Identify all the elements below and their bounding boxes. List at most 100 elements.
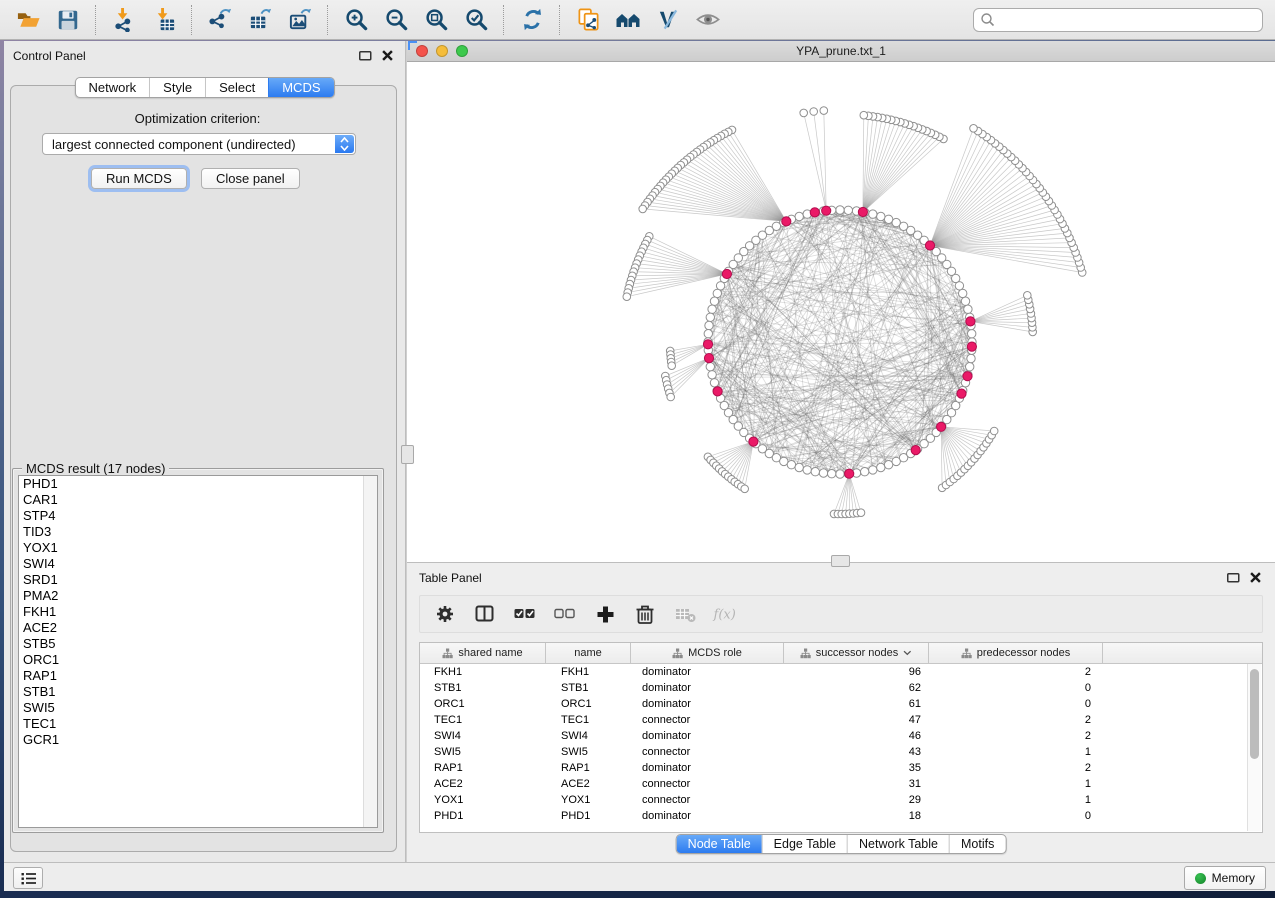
open-file-icon[interactable] bbox=[8, 4, 48, 36]
column-header-MCDS-role[interactable]: MCDS role bbox=[631, 643, 784, 663]
close-panel-icon[interactable] bbox=[1250, 572, 1261, 583]
table-row[interactable]: PHD1PHD1dominator180 bbox=[420, 808, 1262, 824]
delete-column-icon[interactable] bbox=[632, 601, 658, 627]
show-graphics-details-icon[interactable] bbox=[688, 4, 728, 36]
clone-network-icon[interactable] bbox=[568, 4, 608, 36]
mcds-result-item[interactable]: STP4 bbox=[19, 508, 377, 524]
table-tab-network-table[interactable]: Network Table bbox=[847, 835, 949, 853]
cell-name: ACE2 bbox=[546, 778, 631, 790]
mcds-result-item[interactable]: TEC1 bbox=[19, 716, 377, 732]
network-canvas[interactable] bbox=[407, 62, 1275, 562]
select-all-columns-icon[interactable] bbox=[512, 601, 538, 627]
cell-predecessor_nodes: 0 bbox=[929, 810, 1103, 822]
table-row[interactable]: RAP1RAP1dominator352 bbox=[420, 760, 1262, 776]
table-tab-node-table[interactable]: Node Table bbox=[677, 835, 762, 853]
status-bar: Memory bbox=[4, 862, 1275, 891]
column-header-shared-name[interactable]: shared name bbox=[420, 643, 546, 663]
mcds-result-item[interactable]: STB1 bbox=[19, 684, 377, 700]
deselect-all-columns-icon[interactable] bbox=[552, 601, 578, 627]
mcds-result-item[interactable]: RAP1 bbox=[19, 668, 377, 684]
memory-status-icon bbox=[1195, 873, 1206, 884]
table-row[interactable]: TEC1TEC1connector472 bbox=[420, 712, 1262, 728]
window-zoom-button[interactable] bbox=[456, 45, 468, 57]
refresh-icon[interactable] bbox=[512, 4, 552, 36]
cell-predecessor_nodes: 2 bbox=[929, 666, 1103, 678]
search-input[interactable] bbox=[973, 8, 1263, 32]
table-tab-edge-table[interactable]: Edge Table bbox=[762, 835, 847, 853]
vertical-splitter-handle[interactable] bbox=[401, 445, 414, 464]
houses-icon[interactable] bbox=[608, 4, 648, 36]
mcds-result-item[interactable]: SWI5 bbox=[19, 700, 377, 716]
mcds-list-scrollbar[interactable] bbox=[363, 476, 377, 827]
mcds-result-item[interactable]: STB5 bbox=[19, 636, 377, 652]
tab-select[interactable]: Select bbox=[205, 78, 268, 97]
table-row[interactable]: YOX1YOX1connector291 bbox=[420, 792, 1262, 808]
zoom-selected-icon[interactable] bbox=[456, 4, 496, 36]
mcds-result-item[interactable]: ACE2 bbox=[19, 620, 377, 636]
mcds-result-item[interactable]: CAR1 bbox=[19, 492, 377, 508]
mcds-result-item[interactable]: PMA2 bbox=[19, 588, 377, 604]
export-table-icon[interactable] bbox=[240, 4, 280, 36]
tab-mcds[interactable]: MCDS bbox=[268, 78, 333, 97]
cell-name: PHD1 bbox=[546, 810, 631, 822]
tab-network[interactable]: Network bbox=[75, 78, 149, 97]
save-icon[interactable] bbox=[48, 4, 88, 36]
control-panel: Control Panel NetworkStyleSelectMCDS Opt… bbox=[4, 41, 405, 862]
import-network-icon[interactable] bbox=[104, 4, 144, 36]
export-image-icon[interactable] bbox=[280, 4, 320, 36]
optimization-criterion-label: Optimization criterion: bbox=[4, 111, 391, 126]
zoom-in-icon[interactable] bbox=[336, 4, 376, 36]
zoom-fit-icon[interactable] bbox=[416, 4, 456, 36]
task-history-button[interactable] bbox=[13, 867, 43, 889]
cell-predecessor_nodes: 2 bbox=[929, 714, 1103, 726]
column-header-name[interactable]: name bbox=[546, 643, 631, 663]
memory-button[interactable]: Memory bbox=[1184, 866, 1266, 890]
close-panel-button[interactable]: Close panel bbox=[201, 168, 300, 189]
float-panel-icon[interactable] bbox=[1227, 573, 1240, 583]
mcds-result-item[interactable]: TID3 bbox=[19, 524, 377, 540]
table-row[interactable]: FKH1FKH1dominator962 bbox=[420, 664, 1262, 680]
table-scrollbar-thumb[interactable] bbox=[1250, 669, 1259, 759]
cell-predecessor_nodes: 0 bbox=[929, 698, 1103, 710]
float-panel-icon[interactable] bbox=[359, 51, 372, 61]
mcds-result-item[interactable]: SWI4 bbox=[19, 556, 377, 572]
close-panel-icon[interactable] bbox=[382, 50, 393, 61]
column-header-successor-nodes[interactable]: successor nodes bbox=[784, 643, 929, 663]
export-network-icon[interactable] bbox=[200, 4, 240, 36]
mcds-result-item[interactable]: ORC1 bbox=[19, 652, 377, 668]
import-table-icon[interactable] bbox=[144, 4, 184, 36]
table-settings-gear-icon[interactable] bbox=[432, 601, 458, 627]
mcds-result-item[interactable]: PHD1 bbox=[19, 476, 377, 492]
create-column-icon[interactable] bbox=[592, 601, 618, 627]
mcds-result-item[interactable]: FKH1 bbox=[19, 604, 377, 620]
hide-graphics-details-icon[interactable] bbox=[648, 4, 688, 36]
show-column-panel-icon[interactable] bbox=[472, 601, 498, 627]
table-row[interactable]: ORC1ORC1dominator610 bbox=[420, 696, 1262, 712]
cell-successor_nodes: 31 bbox=[784, 778, 929, 790]
table-row[interactable]: SWI4SWI4dominator462 bbox=[420, 728, 1262, 744]
window-minimize-button[interactable] bbox=[436, 45, 448, 57]
run-mcds-button[interactable]: Run MCDS bbox=[91, 168, 187, 189]
mcds-result-list[interactable]: PHD1CAR1STP4TID3YOX1SWI4SRD1PMA2FKH1ACE2… bbox=[18, 475, 378, 828]
optimization-criterion-select[interactable]: largest connected component (undirected) bbox=[42, 133, 356, 155]
mcds-result-item[interactable]: GCR1 bbox=[19, 732, 377, 748]
column-header-predecessor-nodes[interactable]: predecessor nodes bbox=[929, 643, 1103, 663]
table-tab-motifs[interactable]: Motifs bbox=[949, 835, 1005, 853]
table-row[interactable]: SWI5SWI5connector431 bbox=[420, 744, 1262, 760]
mcds-result-item[interactable]: SRD1 bbox=[19, 572, 377, 588]
table-row[interactable]: ACE2ACE2connector311 bbox=[420, 776, 1262, 792]
horizontal-splitter-handle[interactable] bbox=[831, 555, 850, 567]
sort-descending-icon bbox=[903, 650, 912, 656]
cell-predecessor_nodes: 1 bbox=[929, 778, 1103, 790]
table-row[interactable]: STB1STB1dominator620 bbox=[420, 680, 1262, 696]
cell-name: YOX1 bbox=[546, 794, 631, 806]
node-table-header: shared namenameMCDS rolesuccessor nodesp… bbox=[420, 643, 1262, 664]
network-window-titlebar[interactable]: YPA_prune.txt_1 bbox=[407, 41, 1275, 62]
zoom-out-icon[interactable] bbox=[376, 4, 416, 36]
mcds-result-item[interactable]: YOX1 bbox=[19, 540, 377, 556]
tab-style[interactable]: Style bbox=[149, 78, 205, 97]
table-scrollbar[interactable] bbox=[1247, 664, 1261, 831]
window-close-button[interactable] bbox=[416, 45, 428, 57]
table-panel: Table Panel bbox=[407, 562, 1275, 862]
cell-successor_nodes: 62 bbox=[784, 682, 929, 694]
